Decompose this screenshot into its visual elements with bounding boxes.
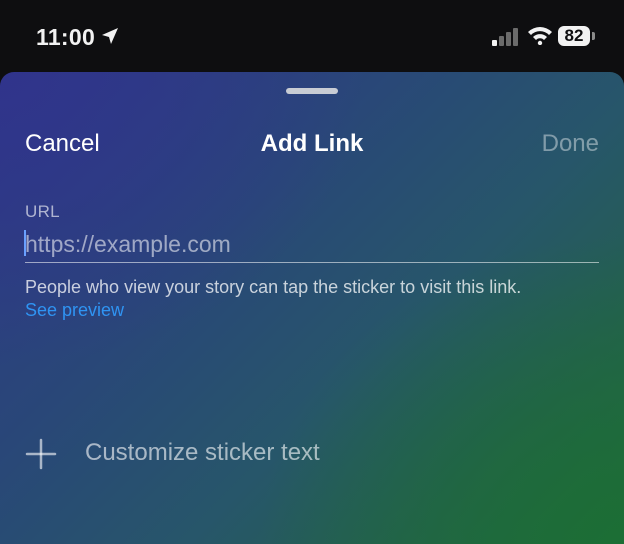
sheet-grabber-handle[interactable] [286, 88, 338, 94]
see-preview-link[interactable]: See preview [25, 300, 124, 321]
wifi-icon [528, 27, 552, 45]
battery-icon: 82 [558, 26, 590, 46]
cellular-signal-icon [492, 28, 518, 46]
helper-text: People who view your story can tap the s… [25, 277, 522, 297]
battery-tip [592, 32, 595, 40]
done-button[interactable]: Done [542, 130, 599, 158]
text-cursor [24, 230, 26, 256]
url-input[interactable] [25, 226, 599, 263]
url-field-label: URL [25, 202, 60, 221]
customize-sticker-text-label: Customize sticker text [85, 439, 320, 466]
status-bar: 11:00 82 [0, 0, 624, 72]
sheet-title: Add Link [260, 130, 364, 157]
add-link-sheet: Cancel Add Link Done URL People who view… [0, 72, 624, 544]
location-arrow-icon [102, 28, 118, 44]
plus-icon [25, 438, 57, 470]
status-time: 11:00 [36, 24, 96, 50]
